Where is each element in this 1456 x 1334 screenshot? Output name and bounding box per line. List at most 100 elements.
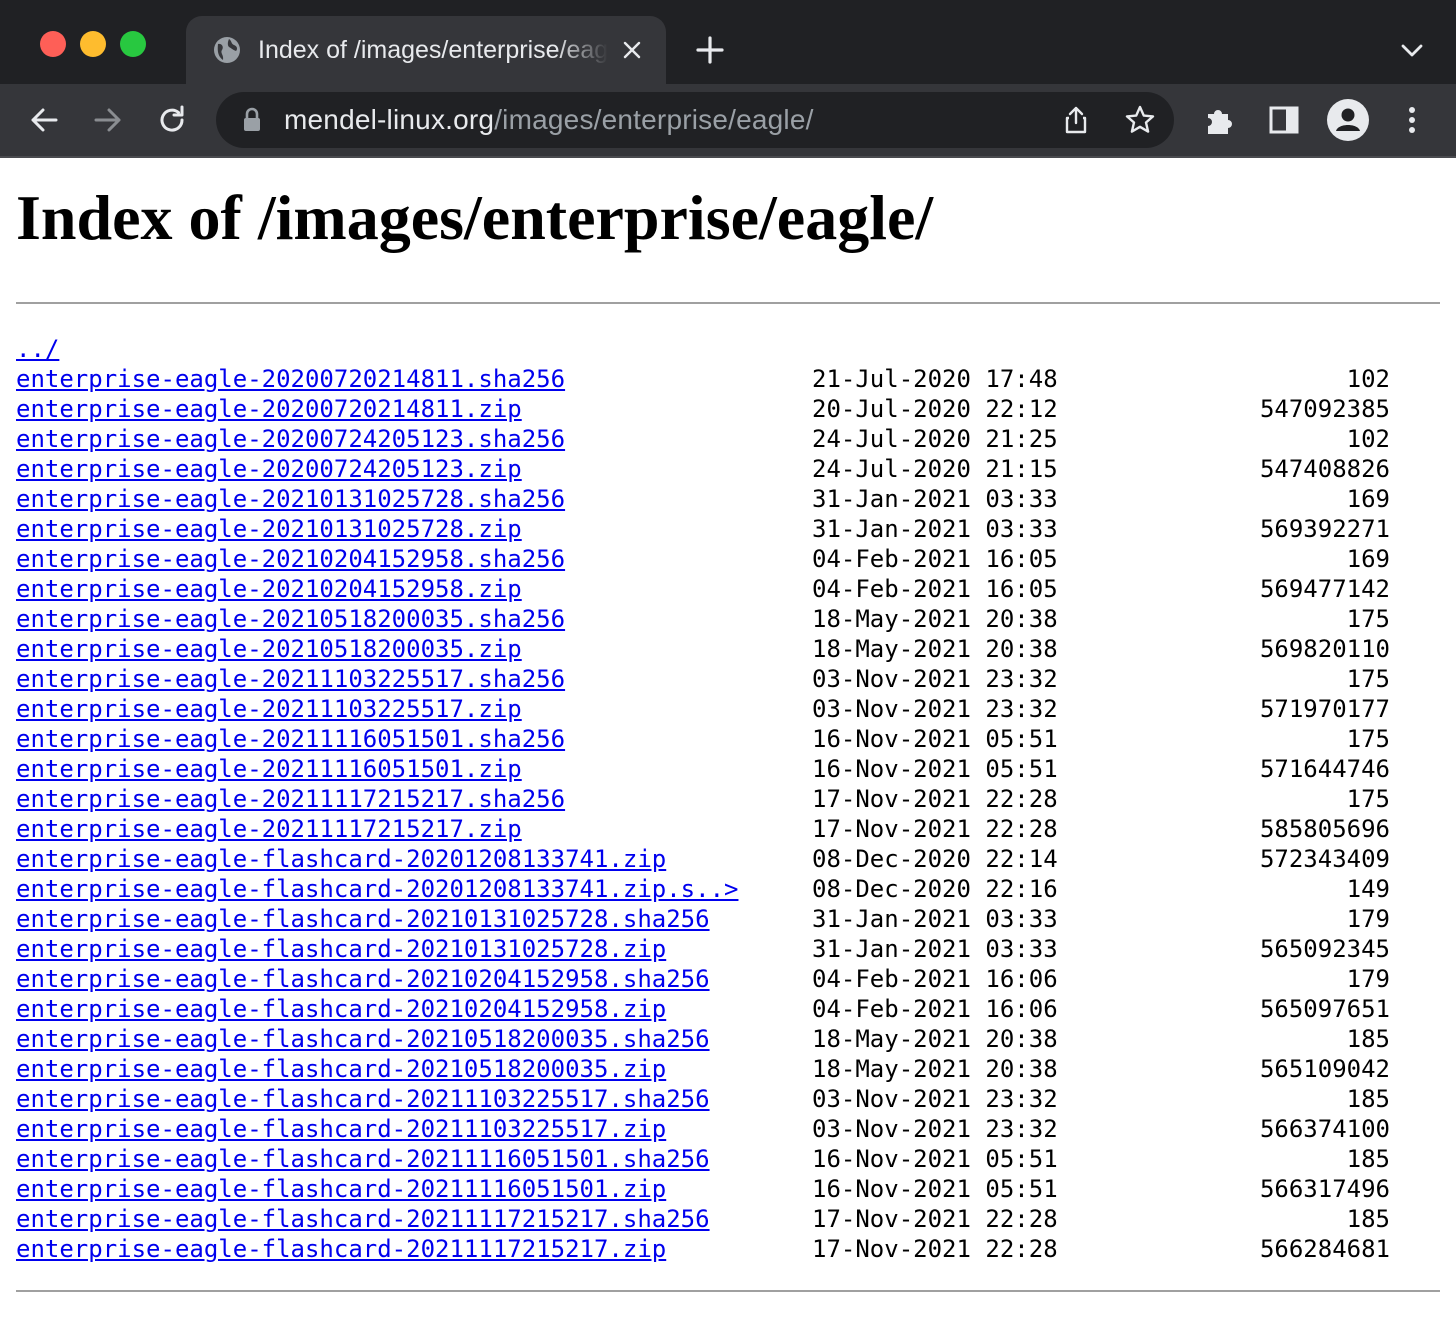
file-size: 185 (1346, 1205, 1390, 1233)
file-size: 169 (1346, 485, 1390, 513)
file-date: 04-Feb-2021 16:05 (812, 575, 1058, 603)
file-date: 31-Jan-2021 03:33 (812, 935, 1058, 963)
file-link[interactable]: enterprise-eagle-20211117215217.sha256 (16, 784, 565, 814)
file-row: enterprise-eagle-20200720214811.zip 20-Ju… (16, 394, 1440, 424)
profile-icon[interactable] (1326, 98, 1370, 142)
share-icon[interactable] (1060, 104, 1092, 136)
file-link[interactable]: enterprise-eagle-20211117215217.zip (16, 814, 522, 844)
file-link[interactable]: enterprise-eagle-flashcard-2021111605150… (16, 1144, 710, 1174)
close-window-button[interactable] (40, 31, 66, 57)
file-date: 17-Nov-2021 22:28 (812, 1205, 1058, 1233)
file-row: enterprise-eagle-20211116051501.zip 16-No… (16, 754, 1440, 784)
file-size: 566284681 (1259, 1235, 1390, 1263)
file-link[interactable]: enterprise-eagle-20200720214811.zip (16, 394, 522, 424)
file-link[interactable]: enterprise-eagle-flashcard-2021111721521… (16, 1234, 666, 1264)
file-link[interactable]: enterprise-eagle-flashcard-2021013102572… (16, 934, 666, 964)
file-row: enterprise-eagle-20200724205123.sha256 24… (16, 424, 1440, 454)
arrow-right-icon[interactable] (90, 102, 126, 138)
file-date: 08-Dec-2020 22:14 (812, 845, 1058, 873)
file-date: 24-Jul-2020 21:25 (812, 425, 1058, 453)
file-size: 102 (1346, 425, 1390, 453)
file-row: enterprise-eagle-20211103225517.zip 03-No… (16, 694, 1440, 724)
file-link[interactable]: enterprise-eagle-flashcard-2020120813374… (16, 844, 666, 874)
file-link[interactable]: enterprise-eagle-20210204152958.sha256 (16, 544, 565, 574)
parent-directory-link[interactable]: ../ (16, 334, 59, 364)
file-link[interactable]: enterprise-eagle-20211103225517.zip (16, 694, 522, 724)
file-link[interactable]: enterprise-eagle-20200724205123.sha256 (16, 424, 565, 454)
file-link[interactable]: enterprise-eagle-20211103225517.sha256 (16, 664, 565, 694)
file-row: enterprise-eagle-flashcard-2021110322551… (16, 1084, 1440, 1114)
file-row: enterprise-eagle-flashcard-2021013102572… (16, 904, 1440, 934)
file-row: enterprise-eagle-20211116051501.sha256 16… (16, 724, 1440, 754)
minimize-window-button[interactable] (80, 31, 106, 57)
file-link[interactable]: enterprise-eagle-20210518200035.zip (16, 634, 522, 664)
file-link[interactable]: enterprise-eagle-flashcard-2021020415295… (16, 994, 666, 1024)
close-icon[interactable] (620, 38, 644, 62)
file-size: 569820110 (1259, 635, 1390, 663)
file-row: enterprise-eagle-flashcard-2021111605150… (16, 1144, 1440, 1174)
file-date: 04-Feb-2021 16:06 (812, 995, 1058, 1023)
url-host: mendel-linux.org (284, 104, 495, 135)
file-link[interactable]: enterprise-eagle-20210204152958.zip (16, 574, 522, 604)
file-row: enterprise-eagle-20210131025728.zip 31-Ja… (16, 514, 1440, 544)
file-link[interactable]: enterprise-eagle-flashcard-2021110322551… (16, 1084, 710, 1114)
file-link[interactable]: enterprise-eagle-20211116051501.zip (16, 754, 522, 784)
file-date: 03-Nov-2021 23:32 (812, 695, 1058, 723)
file-row: enterprise-eagle-flashcard-2020120813374… (16, 874, 1440, 904)
puzzle-icon[interactable] (1202, 102, 1238, 138)
file-link[interactable]: enterprise-eagle-20200720214811.sha256 (16, 364, 565, 394)
file-date: 16-Nov-2021 05:51 (812, 725, 1058, 753)
file-date: 18-May-2021 20:38 (812, 635, 1058, 663)
file-date: 31-Jan-2021 03:33 (812, 515, 1058, 543)
file-link[interactable]: enterprise-eagle-20210131025728.zip (16, 514, 522, 544)
file-date: 04-Feb-2021 16:05 (812, 545, 1058, 573)
file-link[interactable]: enterprise-eagle-flashcard-2021051820003… (16, 1054, 666, 1084)
file-link[interactable]: enterprise-eagle-flashcard-2020120813374… (16, 874, 738, 904)
file-size: 571970177 (1259, 695, 1390, 723)
file-row: enterprise-eagle-flashcard-2021020415295… (16, 964, 1440, 994)
file-size: 566374100 (1259, 1115, 1390, 1143)
file-link[interactable]: enterprise-eagle-flashcard-2021013102572… (16, 904, 710, 934)
plus-icon[interactable] (694, 34, 726, 66)
arrow-left-icon[interactable] (26, 102, 62, 138)
file-date: 17-Nov-2021 22:28 (812, 815, 1058, 843)
file-link[interactable]: enterprise-eagle-20200724205123.zip (16, 454, 522, 484)
side-panel-icon[interactable] (1266, 102, 1302, 138)
chevron-down-icon[interactable] (1398, 38, 1426, 62)
active-tab[interactable]: Index of /images/enterprise/eagle/ (186, 16, 666, 84)
file-size: 547092385 (1259, 395, 1390, 423)
file-link[interactable]: enterprise-eagle-flashcard-2021110322551… (16, 1114, 666, 1144)
file-link[interactable]: enterprise-eagle-20211116051501.sha256 (16, 724, 565, 754)
window-controls (40, 31, 146, 57)
file-link[interactable]: enterprise-eagle-flashcard-2021051820003… (16, 1024, 710, 1054)
file-link[interactable]: enterprise-eagle-20210518200035.sha256 (16, 604, 565, 634)
file-size: 566317496 (1259, 1175, 1390, 1203)
reload-icon[interactable] (154, 102, 190, 138)
file-link[interactable]: enterprise-eagle-flashcard-2021111721521… (16, 1204, 710, 1234)
lock-icon[interactable] (240, 107, 264, 133)
file-date: 31-Jan-2021 03:33 (812, 905, 1058, 933)
toolbar: mendel-linux.org/images/enterprise/eagle… (0, 84, 1456, 158)
star-icon[interactable] (1124, 104, 1156, 136)
kebab-menu-icon[interactable] (1394, 102, 1430, 138)
file-date: 20-Jul-2020 22:12 (812, 395, 1058, 423)
file-size: 175 (1346, 605, 1390, 633)
file-size: 185 (1346, 1025, 1390, 1053)
file-link[interactable]: enterprise-eagle-flashcard-2021111605150… (16, 1174, 666, 1204)
file-size: 175 (1346, 785, 1390, 813)
file-size: 175 (1346, 665, 1390, 693)
file-link[interactable]: enterprise-eagle-20210131025728.sha256 (16, 484, 565, 514)
address-bar[interactable]: mendel-linux.org/images/enterprise/eagle… (216, 92, 1174, 148)
file-link[interactable]: enterprise-eagle-flashcard-2021020415295… (16, 964, 710, 994)
maximize-window-button[interactable] (120, 31, 146, 57)
url-text[interactable]: mendel-linux.org/images/enterprise/eagle… (284, 104, 814, 136)
file-size: 185 (1346, 1085, 1390, 1113)
file-date: 18-May-2021 20:38 (812, 1025, 1058, 1053)
file-date: 03-Nov-2021 23:32 (812, 1085, 1058, 1113)
file-date: 21-Jul-2020 17:48 (812, 365, 1058, 393)
file-row: enterprise-eagle-20210204152958.zip 04-Fe… (16, 574, 1440, 604)
file-row: enterprise-eagle-flashcard-2020120813374… (16, 844, 1440, 874)
tab-strip: Index of /images/enterprise/eagle/ (0, 0, 1456, 84)
file-date: 18-May-2021 20:38 (812, 1055, 1058, 1083)
file-row: enterprise-eagle-20210518200035.zip 18-Ma… (16, 634, 1440, 664)
